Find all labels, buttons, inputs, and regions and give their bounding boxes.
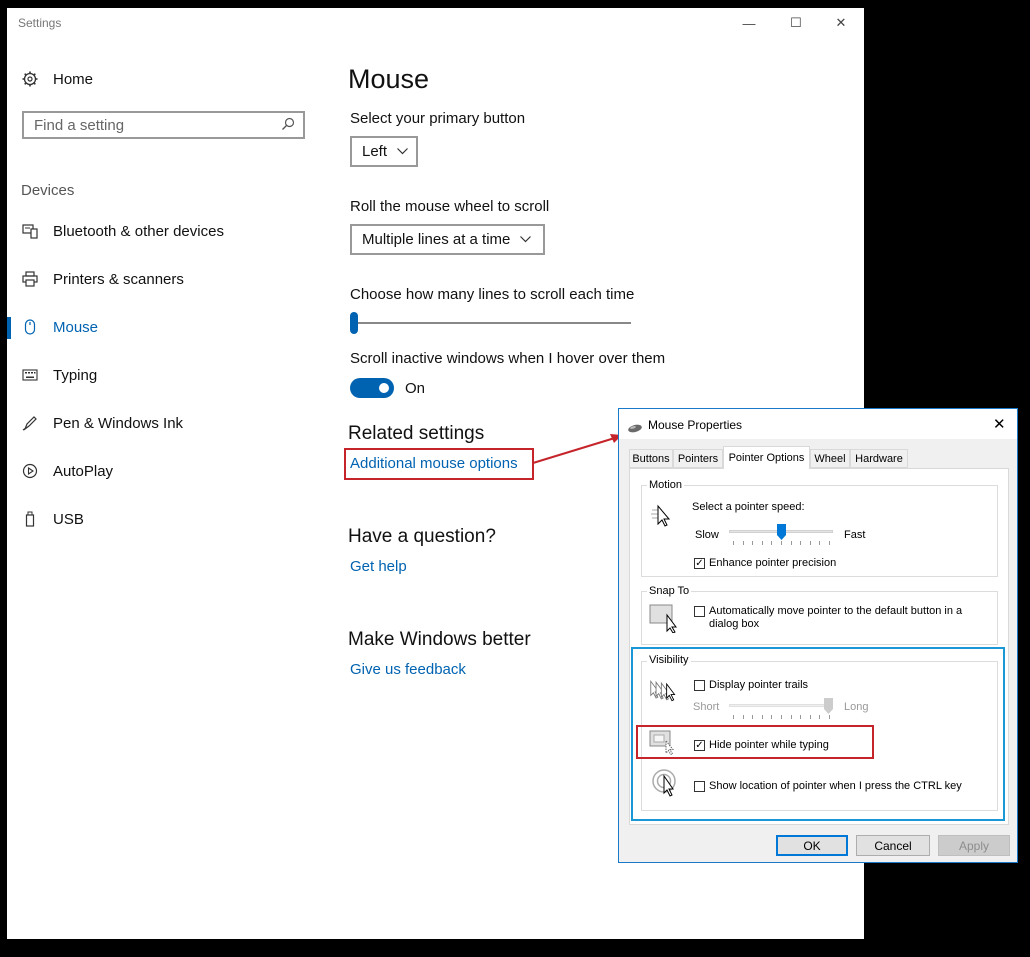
chevron-down-icon: [520, 234, 532, 246]
slider-tick: [733, 541, 734, 545]
slider-thumb[interactable]: [777, 524, 786, 540]
bluetooth-devices-icon: [21, 222, 39, 240]
sidebar-item-label: Typing: [53, 366, 98, 384]
slider-tick: [791, 541, 792, 545]
inactive-scroll-toggle[interactable]: [350, 378, 394, 398]
search-input[interactable]: [24, 113, 274, 137]
snap-group-label: Snap To: [647, 585, 692, 597]
dialog-close-button[interactable]: ✕: [993, 415, 1006, 433]
sidebar-item-autoplay[interactable]: AutoPlay: [21, 462, 113, 480]
cancel-button[interactable]: Cancel: [856, 835, 930, 856]
hide-pointer-highlight-box: [636, 725, 874, 759]
chevron-down-icon: [397, 146, 408, 158]
additional-mouse-options-link[interactable]: Additional mouse options: [350, 455, 518, 472]
sidebar-item-label: Printers & scanners: [53, 270, 184, 288]
usb-icon: [21, 510, 39, 528]
pointer-speed-slider[interactable]: [729, 522, 833, 548]
feedback-heading: Make Windows better: [348, 629, 531, 650]
sidebar-section-devices: Devices: [21, 182, 75, 199]
tab-buttons[interactable]: Buttons: [629, 449, 673, 468]
sidebar-item-label: USB: [53, 510, 84, 528]
give-feedback-link[interactable]: Give us feedback: [350, 661, 466, 678]
wheel-scroll-dropdown[interactable]: Multiple lines at a time: [350, 224, 545, 255]
keyboard-icon: [21, 366, 39, 384]
slider-track: [350, 322, 631, 324]
inactive-scroll-label: Scroll inactive windows when I hover ove…: [350, 350, 666, 367]
sidebar-item-mouse[interactable]: Mouse: [21, 318, 98, 336]
slider-tick: [781, 541, 782, 545]
dropdown-value: Left: [362, 143, 388, 160]
page-title: Mouse: [348, 64, 430, 94]
tab-hardware[interactable]: Hardware: [850, 449, 908, 468]
home-label: Home: [53, 70, 94, 88]
home-link[interactable]: Home: [21, 70, 93, 88]
tab-pointer-options[interactable]: Pointer Options: [723, 446, 810, 469]
ok-button[interactable]: OK: [776, 835, 848, 856]
sidebar-item-typing[interactable]: Typing: [21, 366, 97, 384]
snap-label: Automatically move pointer to the defaul…: [709, 605, 963, 630]
snap-checkbox[interactable]: [694, 606, 705, 617]
sidebar-item-label: Pen & Windows Ink: [53, 414, 184, 432]
sidebar-item-usb[interactable]: USB: [21, 510, 84, 528]
search-icon[interactable]: [281, 117, 295, 134]
printer-icon: [21, 270, 39, 288]
sidebar-item-bluetooth[interactable]: Bluetooth & other devices: [21, 222, 224, 240]
slider-tick: [771, 541, 772, 545]
autoplay-icon: [21, 462, 39, 480]
slider-tick: [829, 541, 830, 545]
question-heading: Have a question?: [348, 526, 496, 547]
precision-checkbox[interactable]: ✓: [694, 558, 705, 569]
slider-tick: [800, 541, 801, 545]
toggle-knob: [379, 383, 389, 393]
pointer-speed-label: Select a pointer speed:: [692, 501, 805, 513]
slider-tick: [752, 541, 753, 545]
wheel-scroll-label: Roll the mouse wheel to scroll: [350, 198, 550, 215]
slider-ticks: [729, 541, 833, 545]
sidebar-item-label: Mouse: [53, 318, 99, 336]
precision-label: Enhance pointer precision: [709, 557, 837, 569]
snap-to-icon: [649, 603, 679, 633]
fast-label: Fast: [844, 529, 866, 541]
maximize-button[interactable]: ☐: [773, 8, 819, 38]
sidebar-item-label: AutoPlay: [53, 462, 114, 480]
mouse-icon: [627, 420, 643, 438]
dropdown-value: Multiple lines at a time: [362, 231, 511, 248]
get-help-link[interactable]: Get help: [350, 558, 407, 575]
slow-label: Slow: [695, 529, 719, 541]
apply-button[interactable]: Apply: [938, 835, 1010, 856]
related-settings-heading: Related settings: [348, 423, 485, 444]
slider-tick: [810, 541, 811, 545]
primary-button-dropdown[interactable]: Left: [350, 136, 418, 167]
gear-icon: [21, 70, 39, 88]
mouse-icon: [21, 318, 39, 336]
search-box[interactable]: [22, 111, 305, 139]
sidebar-item-label: Bluetooth & other devices: [53, 222, 224, 240]
close-button[interactable]: ✕: [818, 8, 864, 38]
pen-icon: [21, 414, 39, 432]
tab-wheel[interactable]: Wheel: [810, 449, 850, 468]
dialog-title: Mouse Properties: [648, 418, 743, 432]
toggle-state: On: [405, 380, 426, 397]
sidebar-item-pen[interactable]: Pen & Windows Ink: [21, 414, 183, 432]
selected-indicator: [7, 317, 11, 339]
pointer-speed-icon: [649, 501, 679, 531]
lines-to-scroll-label: Choose how many lines to scroll each tim…: [350, 286, 635, 303]
primary-button-label: Select your primary button: [350, 110, 526, 127]
slider-tick: [819, 541, 820, 545]
slider-tick: [762, 541, 763, 545]
annotation-arrow: [532, 434, 622, 464]
sidebar-item-printers[interactable]: Printers & scanners: [21, 270, 184, 288]
window-title: Settings: [18, 16, 62, 30]
motion-group-label: Motion: [647, 479, 685, 491]
lines-to-scroll-slider[interactable]: [350, 312, 631, 334]
tab-pointers[interactable]: Pointers: [673, 449, 723, 468]
slider-tick: [743, 541, 744, 545]
minimize-button[interactable]: —: [726, 8, 772, 38]
slider-thumb[interactable]: [350, 312, 358, 334]
